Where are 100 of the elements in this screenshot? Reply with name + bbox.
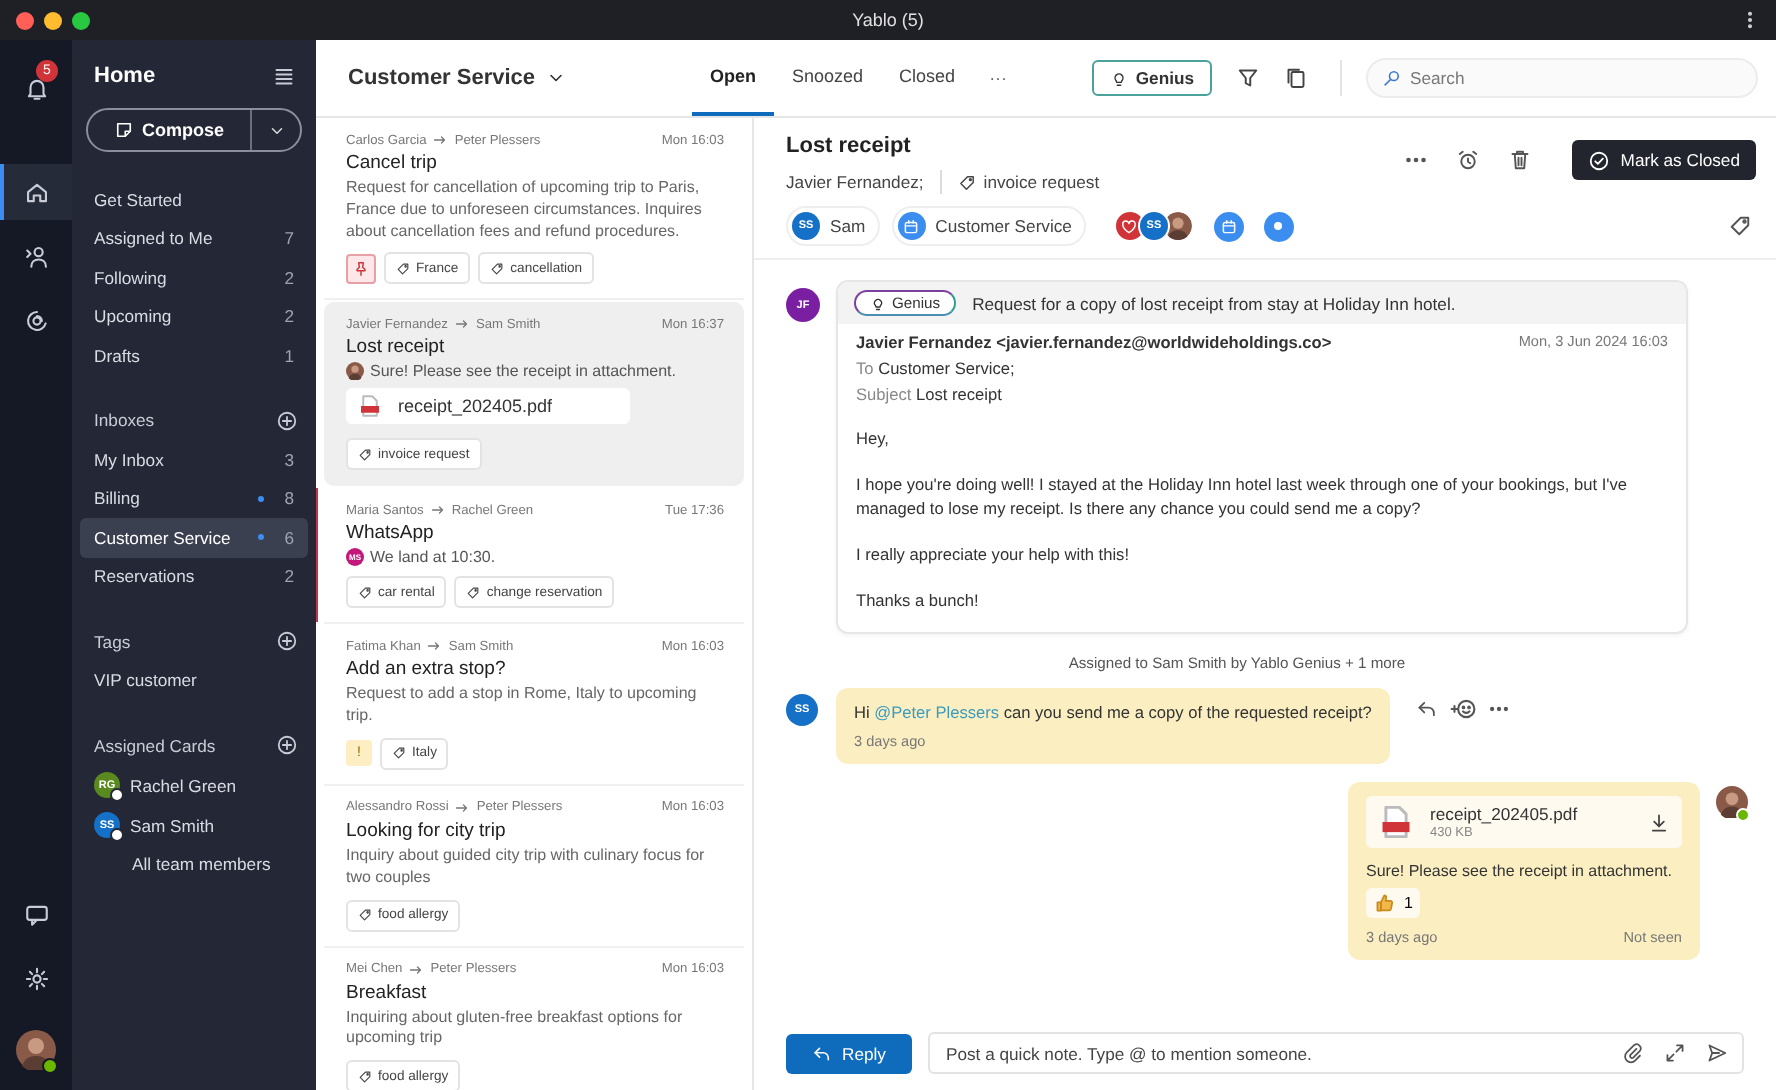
preview: We land at 10:30. — [370, 548, 496, 567]
compose-control[interactable]: Compose — [86, 108, 302, 152]
calendar-button[interactable] — [1213, 211, 1244, 241]
section-title: Tags — [94, 631, 131, 652]
trash-icon — [1508, 148, 1533, 172]
pin-icon — [352, 259, 370, 278]
alarm-icon — [1456, 148, 1481, 172]
subject: WhatsApp — [346, 522, 436, 545]
genius-button[interactable]: Genius — [1091, 60, 1212, 96]
preview: Request to add a stop in Rome, Italy to upcoming trip. — [346, 684, 699, 728]
bell-icon[interactable] — [23, 75, 49, 101]
arrow-icon — [432, 132, 449, 148]
bulb-icon — [870, 295, 886, 311]
sidebar-item[interactable]: Billing 8 — [80, 479, 308, 518]
pdf-icon — [358, 394, 382, 419]
menu-button[interactable] — [272, 64, 296, 88]
follower-avatar — [1161, 210, 1194, 242]
note-text: Sure! Please see the receipt in attachment. — [1366, 862, 1674, 881]
reply-button[interactable] — [1415, 698, 1438, 721]
copy-button[interactable] — [1284, 66, 1308, 90]
calendar-icon — [1219, 217, 1238, 235]
subject: Lost receipt — [346, 336, 447, 359]
field-label: Subject — [856, 384, 912, 404]
note-text: Hi @Peter Plessers can you send me a copy of the requested receipt? — [854, 702, 1372, 723]
copy-icon — [1284, 66, 1308, 90]
more-tabs-button[interactable]: ··· — [973, 68, 1024, 88]
attach-icon[interactable] — [1622, 1042, 1644, 1064]
reply-button[interactable]: Reply — [786, 1033, 912, 1073]
sidebar-item[interactable]: Get Started — [80, 180, 308, 219]
conversation-title: Lost receipt — [786, 134, 913, 158]
sender-avatar — [346, 362, 364, 381]
tag-icon — [358, 585, 372, 600]
tag-icon — [490, 261, 505, 276]
sidebar-item[interactable]: Following 2 — [80, 258, 308, 297]
preview: Sure! Please see the receipt in attachment. — [370, 362, 676, 381]
reply-icon — [812, 1043, 832, 1063]
compose-button[interactable]: Compose — [88, 110, 252, 150]
add-button[interactable] — [276, 409, 298, 432]
add-button[interactable] — [276, 630, 298, 653]
search-icon — [1382, 68, 1402, 88]
add-icon — [276, 630, 298, 653]
zoom-button[interactable] — [72, 11, 90, 29]
compose-icon — [113, 120, 134, 140]
sidebar-item[interactable]: Reservations 2 — [80, 557, 308, 596]
minimize-button[interactable] — [44, 11, 62, 29]
reaction[interactable]: 1 — [1366, 888, 1421, 919]
expand-icon[interactable] — [1664, 1042, 1686, 1064]
tag-icon — [466, 585, 481, 600]
mark-closed-button[interactable]: Mark as Closed — [1572, 140, 1756, 180]
sidebar-item[interactable]: VIP customer — [80, 661, 308, 700]
tab[interactable]: Closed — [881, 40, 974, 116]
sidebar-item[interactable]: My Inbox 3 — [80, 440, 308, 479]
email-paragraph: Thanks a bunch! — [856, 588, 981, 613]
tag-icon — [392, 746, 406, 761]
tab[interactable]: Snoozed — [774, 40, 882, 116]
close-button[interactable] — [16, 11, 34, 29]
subject: Add an extra stop? — [346, 658, 508, 681]
settings-icon — [23, 965, 49, 991]
inbox-chip[interactable]: Customer Service — [891, 206, 1086, 246]
chat-icon — [23, 901, 49, 927]
inbox-dropdown[interactable]: Customer Service — [348, 66, 692, 90]
delete-button[interactable] — [1508, 148, 1533, 172]
user-avatar — [16, 1030, 56, 1070]
email-paragraph: I really appreciate your help with this! — [856, 542, 1132, 567]
search-field[interactable]: Search — [1366, 58, 1758, 98]
section-title: Assigned Cards — [94, 735, 216, 756]
home-icon — [23, 179, 49, 205]
sidebar-item[interactable]: Customer Service 6 — [80, 518, 308, 557]
emoji-icon — [1449, 696, 1476, 723]
tag-icon — [358, 908, 372, 923]
add-icon — [276, 734, 298, 757]
email-paragraph: Hey, — [856, 426, 891, 451]
add-button[interactable] — [276, 734, 298, 757]
check-icon — [1588, 149, 1611, 171]
sidebar-item[interactable]: Drafts 1 — [80, 336, 308, 375]
email-paragraph: I hope you're doing well! I stayed at the Holiday Inn hotel last week through one of your bookings, but I've managed to lose my receipt. Is there any chance you could send me a copy? — [856, 472, 1630, 521]
email-subject: Lost receipt — [916, 384, 1002, 404]
note-field[interactable]: Post a quick note. Type @ to mention someone. — [927, 1032, 1744, 1074]
home-button[interactable] — [0, 164, 72, 220]
subject: Cancel trip — [346, 152, 439, 174]
note-avatar — [1716, 786, 1748, 819]
tag-icon — [358, 1069, 372, 1084]
contact-name: Javier Fernandez; — [786, 172, 924, 192]
section-title: Inboxes — [94, 410, 155, 431]
tag-button[interactable] — [1728, 214, 1752, 238]
add-icon — [276, 409, 298, 432]
tag-icon — [358, 447, 372, 462]
preview: Inquiry about guided city trip with culinary focus for two couples — [346, 845, 707, 890]
filter-button[interactable] — [1236, 66, 1260, 90]
tag-icon — [396, 261, 410, 276]
sidebar-item[interactable]: Upcoming 2 — [80, 297, 308, 336]
send-icon[interactable] — [1706, 1042, 1728, 1064]
sidebar-item[interactable]: Assigned to Me 7 — [80, 219, 308, 258]
status-button[interactable] — [1263, 211, 1294, 241]
add-reaction-button[interactable] — [1449, 696, 1476, 723]
reply-icon — [1415, 698, 1438, 721]
snooze-button[interactable] — [1456, 148, 1481, 172]
team-members-link[interactable]: All team members — [80, 845, 308, 873]
attachment[interactable]: receipt_202405.pdf — [346, 388, 630, 425]
tag[interactable]: invoice request — [957, 172, 1100, 192]
